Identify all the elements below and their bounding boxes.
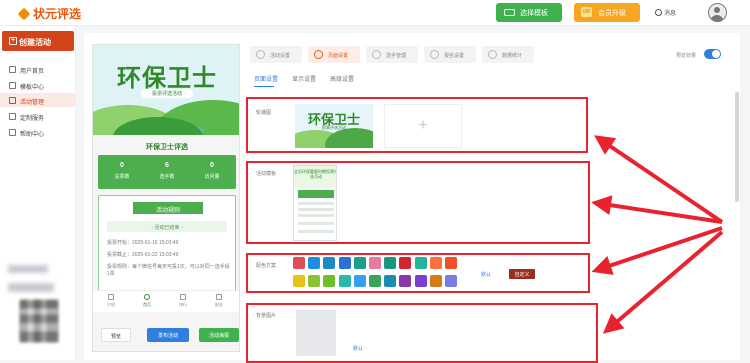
arrow-to-template [591,195,723,224]
annotation-arrows [591,135,724,334]
arrow-to-banner [594,135,724,224]
